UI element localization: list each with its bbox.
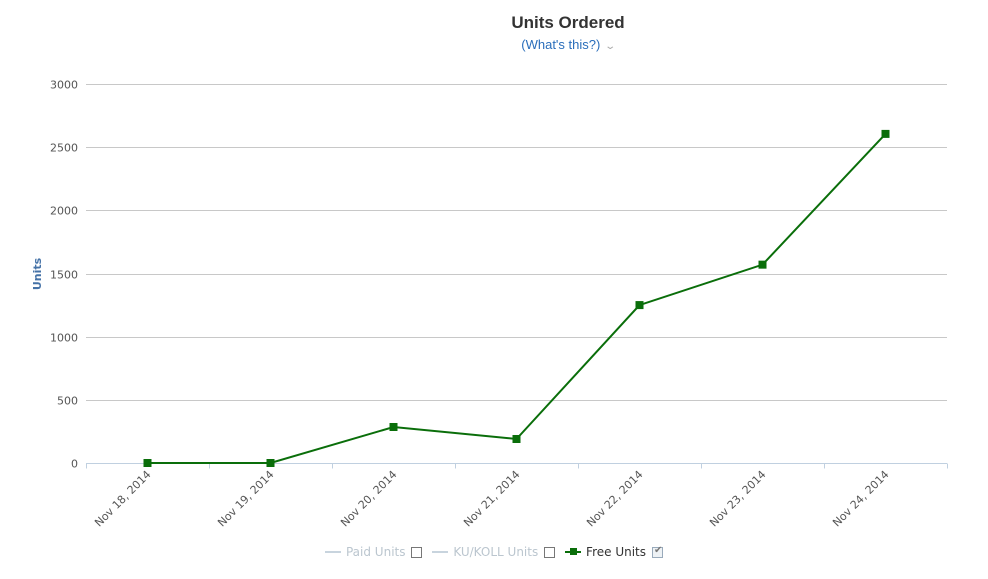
y-tick-label: 500 — [57, 395, 78, 408]
data-point-marker — [635, 301, 644, 310]
legend-label: Paid Units — [345, 545, 406, 559]
x-tick-label: Nov 23, 2014 — [707, 468, 768, 529]
y-tick-label: 2500 — [50, 142, 78, 155]
gridlines — [86, 84, 947, 401]
line-square-swatch-icon — [565, 548, 582, 555]
legend-item-free-units[interactable]: Free Units — [565, 545, 664, 559]
series-line — [147, 133, 887, 464]
x-tick-label: Nov 20, 2014 — [338, 468, 399, 529]
x-tick-label: Nov 21, 2014 — [461, 468, 522, 529]
data-point-marker — [266, 459, 275, 467]
legend-checkbox-free-units[interactable] — [652, 545, 664, 558]
y-tick-label: 2000 — [50, 205, 78, 218]
legend-checkbox-paid-units[interactable] — [411, 546, 423, 558]
legend-label: Free Units — [586, 545, 647, 559]
x-axis: Nov 18, 2014 Nov 19, 2014 Nov 20, 2014 Nov … — [86, 463, 948, 529]
legend-label: KU/KOLL Units — [453, 545, 539, 559]
x-tick-label: Nov 24, 2014 — [830, 468, 891, 529]
line-swatch-icon — [324, 551, 341, 553]
series-free-units — [143, 129, 890, 467]
x-tick-label: Nov 18, 2014 — [92, 468, 153, 529]
data-point-marker — [389, 422, 398, 431]
y-tick-label: 1500 — [50, 269, 78, 282]
data-point-marker — [512, 434, 521, 443]
y-axis-title: Units — [31, 257, 44, 290]
line-swatch-icon — [432, 551, 449, 553]
legend-item-paid-units[interactable]: Paid Units — [324, 545, 423, 559]
legend: Paid Units KU/KOLL Units Free Units — [0, 542, 988, 559]
x-tick-label: Nov 19, 2014 — [215, 468, 276, 529]
data-point-marker — [881, 129, 890, 138]
legend-item-ku-koll-units[interactable]: KU/KOLL Units — [432, 545, 556, 559]
y-tick-label: 3000 — [50, 79, 78, 92]
y-tick-label: 0 — [71, 458, 78, 471]
legend-checkbox-ku-koll-units[interactable] — [544, 546, 556, 558]
units-ordered-chart: 0 500 1000 1500 2000 2500 3000 Units Nov 18, 2… — [31, 79, 948, 529]
x-tick-label: Nov 22, 2014 — [584, 468, 645, 529]
data-point-marker — [758, 260, 767, 269]
y-axis-ticks: 0 500 1000 1500 2000 2500 3000 — [50, 79, 78, 471]
y-tick-label: 1000 — [50, 332, 78, 345]
data-point-marker — [143, 459, 152, 467]
